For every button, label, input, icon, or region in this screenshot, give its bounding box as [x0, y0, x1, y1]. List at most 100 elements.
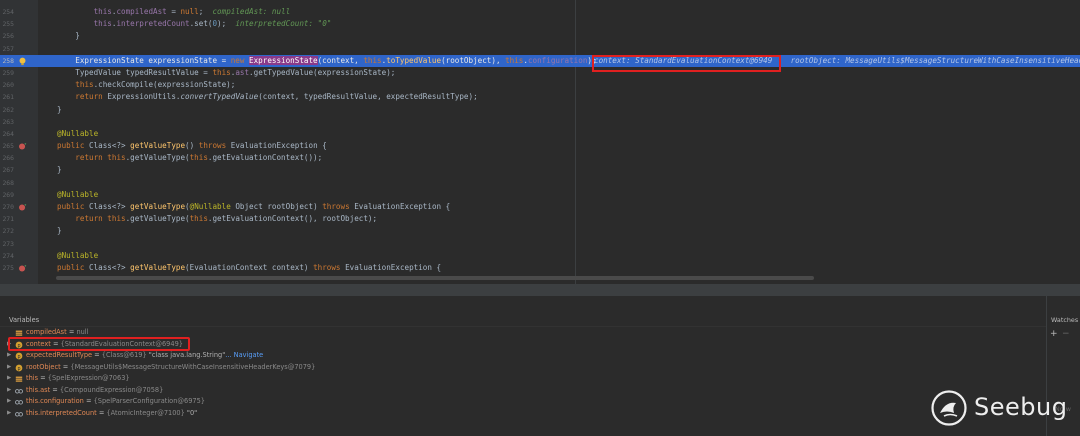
expand-arrow-icon[interactable]: ▶ — [7, 408, 11, 420]
code-line[interactable]: 254 this.compiledAst = null; compiledAst… — [0, 6, 1080, 18]
code-line[interactable]: 270 public Class<?> getValueType(@Nullabl… — [0, 201, 1080, 213]
variable-row[interactable]: ▶ this.ast = {CompoundExpression@7058} — [0, 385, 1046, 397]
line-number[interactable]: 270 — [0, 201, 14, 213]
code-text[interactable]: @Nullable — [57, 189, 98, 201]
override-method-icon[interactable] — [18, 203, 27, 212]
line-number[interactable]: 263 — [0, 116, 14, 128]
code-line[interactable]: 274 @Nullable — [0, 250, 1080, 262]
navigate-link[interactable]: ... Navigate — [225, 351, 263, 359]
variable-name: this.configuration — [26, 397, 84, 405]
line-number[interactable]: 259 — [0, 67, 14, 79]
variable-row[interactable]: ▶ p rootObject = {MessageUtils$MessageStru… — [0, 362, 1046, 374]
variable-row[interactable]: ▶ this.configuration = {SpelParserConfigu… — [0, 396, 1046, 408]
line-number[interactable]: 262 — [0, 104, 14, 116]
code-text[interactable]: public Class<?> getValueType() throws Ev… — [57, 140, 327, 152]
code-lines[interactable]: 254 this.compiledAst = null; compiledAst… — [0, 6, 1080, 274]
code-line[interactable]: 256 } — [0, 30, 1080, 42]
code-line[interactable]: 264 @Nullable — [0, 128, 1080, 140]
line-number[interactable]: 255 — [0, 18, 14, 30]
intention-bulb-icon[interactable] — [18, 57, 27, 66]
override-method-icon[interactable] — [18, 142, 27, 151]
code-line[interactable]: 273 — [0, 238, 1080, 250]
line-number[interactable]: 269 — [0, 189, 14, 201]
code-line[interactable]: 261 return ExpressionUtils.convertTypedV… — [0, 91, 1080, 103]
line-number[interactable]: 258 — [0, 55, 14, 67]
code-line[interactable]: 259 TypedValue typedResultValue = this.a… — [0, 67, 1080, 79]
horizontal-scrollbar[interactable] — [56, 276, 814, 280]
variable-row[interactable]: ▶ this.interpretedCount = {AtomicInteger@… — [0, 408, 1046, 420]
code-line[interactable]: 263 — [0, 116, 1080, 128]
line-number[interactable]: 260 — [0, 79, 14, 91]
variable-string-value: "0" — [186, 408, 198, 417]
code-line[interactable]: 272} — [0, 225, 1080, 237]
code-text[interactable]: this.checkCompile(expressionState); — [57, 79, 235, 91]
code-token: this — [363, 55, 382, 65]
code-line[interactable]: 275 public Class<?> getValueType(Evaluati… — [0, 262, 1080, 274]
code-line[interactable]: 265 public Class<?> getValueType() throws… — [0, 140, 1080, 152]
variables-panel: Variables compiledAst = null ▶ p context = … — [0, 296, 1046, 436]
code-text[interactable]: return this.getValueType(this.getEvaluat… — [57, 152, 322, 164]
code-text[interactable]: this.interpretedCount.set(0); interprete… — [57, 18, 332, 30]
code-text[interactable]: return ExpressionUtils.convertTypedValue… — [57, 91, 477, 103]
variable-name: compiledAst — [26, 328, 67, 336]
code-text[interactable]: @Nullable — [57, 250, 98, 262]
line-number[interactable]: 261 — [0, 91, 14, 103]
code-text[interactable]: } — [57, 164, 62, 176]
code-line[interactable]: 269 @Nullable — [0, 189, 1080, 201]
code-text[interactable]: } — [57, 104, 62, 116]
expand-arrow-icon[interactable]: ▶ — [7, 373, 11, 385]
expand-arrow-icon[interactable]: ▶ — [7, 396, 11, 408]
line-number[interactable]: 275 — [0, 262, 14, 274]
variable-equals: = — [38, 374, 48, 382]
code-token: () — [185, 141, 199, 151]
code-text[interactable]: } — [57, 30, 80, 42]
code-token: .getEvaluationContext(), rootObject); — [207, 214, 378, 224]
expand-arrow-icon[interactable]: ▶ — [7, 385, 11, 397]
code-text[interactable]: return this.getValueType(this.getEvaluat… — [57, 213, 377, 225]
variable-value: {SpelParserConfiguration@6975} — [93, 397, 205, 405]
line-number[interactable]: 271 — [0, 213, 14, 225]
line-number[interactable]: 274 — [0, 250, 14, 262]
code-line[interactable]: 266 return this.getValueType(this.getEva… — [0, 152, 1080, 164]
line-number[interactable]: 273 — [0, 238, 14, 250]
code-line[interactable]: 267} — [0, 164, 1080, 176]
code-line[interactable]: 260 this.checkCompile(expressionState); — [0, 79, 1080, 91]
variable-text: this.interpretedCount = {AtomicInteger@7… — [26, 408, 197, 420]
panel-divider[interactable] — [0, 284, 1080, 296]
line-number[interactable]: 257 — [0, 43, 14, 55]
line-number[interactable]: 264 — [0, 128, 14, 140]
code-text[interactable]: this.compiledAst = null; compiledAst: nu… — [57, 6, 291, 18]
variable-row[interactable]: ▶ this = {SpelExpression@7063} — [0, 373, 1046, 385]
code-text[interactable]: } — [57, 225, 62, 237]
svg-text:p: p — [17, 366, 20, 371]
code-text[interactable]: TypedValue typedResultValue = this.ast.g… — [57, 67, 395, 79]
code-line[interactable]: 268 — [0, 177, 1080, 189]
remove-watch-button[interactable]: − — [1062, 329, 1070, 339]
code-line[interactable]: 262} — [0, 104, 1080, 116]
line-number[interactable]: 266 — [0, 152, 14, 164]
line-number[interactable]: 256 — [0, 30, 14, 42]
line-number[interactable]: 268 — [0, 177, 14, 189]
code-token: @Nullable — [57, 128, 99, 138]
variable-row[interactable]: ▶ p expectedResultType = {Class@619} "clas… — [0, 350, 1046, 362]
line-number[interactable]: 254 — [0, 6, 14, 18]
code-text[interactable]: ExpressionState expressionState = new Ex… — [57, 55, 597, 67]
code-line[interactable]: 258 ExpressionState expressionState = ne… — [0, 54, 1080, 67]
code-text[interactable]: @Nullable — [57, 128, 98, 140]
code-token: return this — [75, 214, 126, 224]
code-text[interactable]: public Class<?> getValueType(@Nullable O… — [57, 201, 450, 213]
add-watch-button[interactable]: + — [1050, 329, 1058, 339]
line-number[interactable]: 267 — [0, 164, 14, 176]
line-number[interactable]: 272 — [0, 225, 14, 237]
code-editor[interactable]: 254 this.compiledAst = null; compiledAst… — [0, 0, 1080, 284]
code-line[interactable]: 271 return this.getValueType(this.getEva… — [0, 213, 1080, 225]
code-line[interactable]: 257 — [0, 43, 1080, 55]
override-method-icon[interactable] — [18, 264, 27, 273]
code-text[interactable]: public Class<?> getValueType(EvaluationC… — [57, 262, 441, 274]
code-line[interactable]: 255 this.interpretedCount.set(0); interp… — [0, 18, 1080, 30]
expand-arrow-icon[interactable]: ▶ — [7, 350, 11, 362]
variable-value: {SpelExpression@7063} — [47, 374, 130, 382]
expand-arrow-icon[interactable]: ▶ — [7, 362, 11, 374]
line-number[interactable]: 265 — [0, 140, 14, 152]
